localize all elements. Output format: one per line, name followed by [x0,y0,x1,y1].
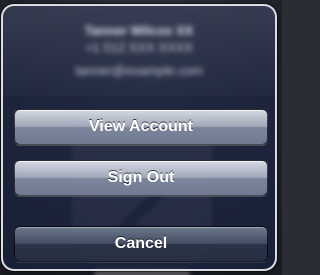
account-email: tanner@example.com [75,63,203,78]
account-info-header: Tanner Wilcox XX +1 512 XXX XXXX tanner@… [3,22,275,79]
account-phone: +1 512 XXX XXXX [84,40,194,55]
sign-out-label: Sign Out [107,169,175,186]
view-account-button[interactable]: View Account [14,109,268,145]
account-action-sheet: Tanner Wilcox XX +1 512 XXX XXXX tanner@… [1,4,277,271]
account-name: Tanner Wilcox XX [84,23,194,38]
screen: 2 Tanner Wilcox XX +1 512 XXX XXXX tanne… [0,0,282,275]
view-account-label: View Account [88,118,194,135]
cancel-button[interactable]: Cancel [14,226,268,262]
sign-out-button[interactable]: Sign Out [14,160,268,196]
cancel-label: Cancel [114,235,168,252]
